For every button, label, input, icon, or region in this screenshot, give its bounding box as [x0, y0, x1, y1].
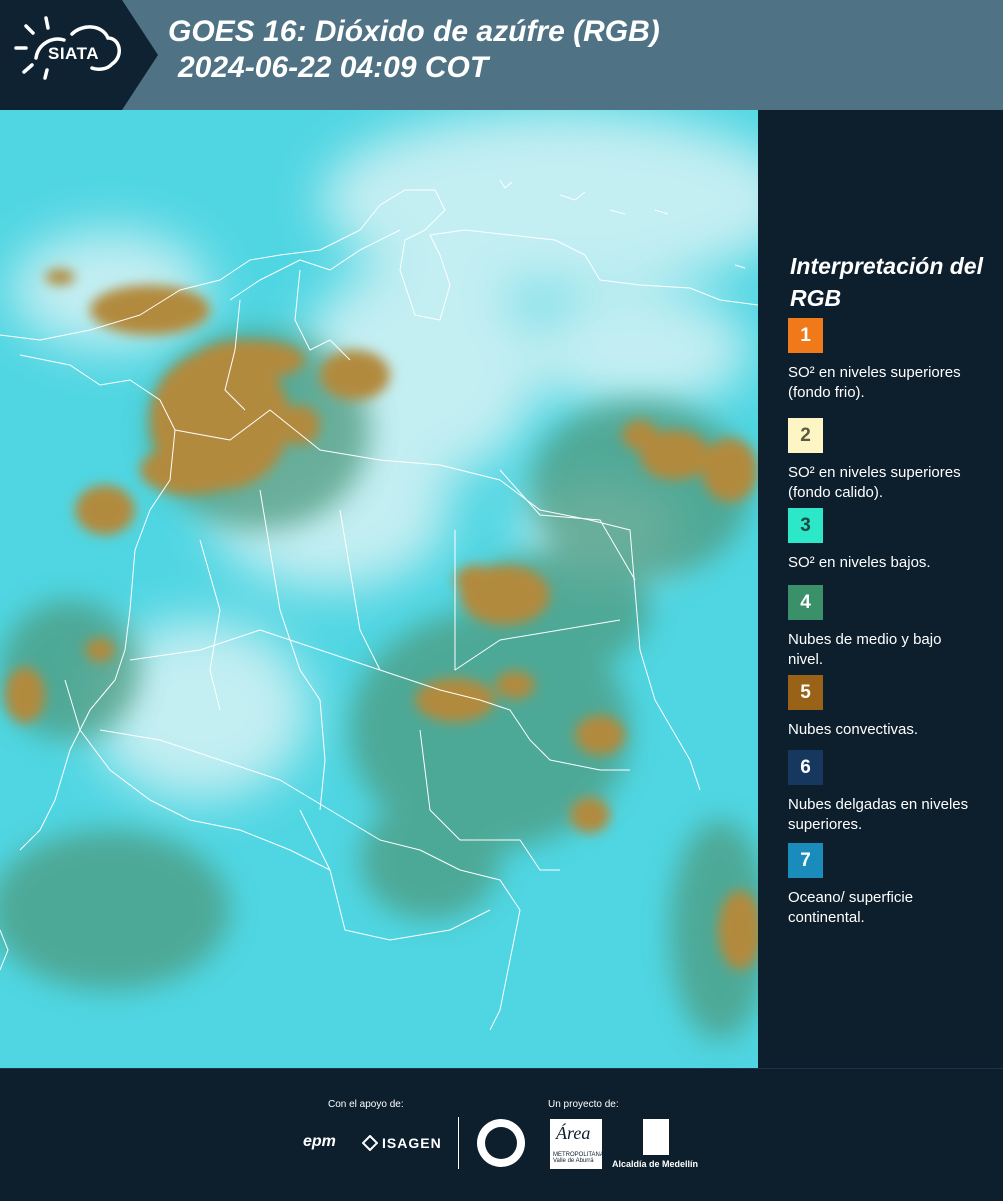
legend-swatch: 1 — [788, 318, 823, 353]
legend-title: Interpretación del RGB — [790, 253, 983, 311]
project-label: Un proyecto de: — [548, 1099, 619, 1110]
alcaldia-shield-icon[interactable] — [643, 1119, 669, 1155]
legend-item: 6 Nubes delgadas en niveles superiores. — [788, 750, 988, 835]
rgb-composite-image — [0, 110, 758, 1068]
epm-logo[interactable]: epm — [303, 1133, 336, 1151]
legend-swatch: 3 — [788, 508, 823, 543]
legend-label: SO² en niveles superiores (fondo frio). — [788, 364, 961, 401]
legend-panel: Interpretación del RGB 1 SO² en niveles s… — [760, 110, 1003, 1068]
legend-swatch: 5 — [788, 675, 823, 710]
alcaldia-logo-text: Alcaldía de Medellín — [612, 1159, 699, 1169]
footer-divider — [458, 1117, 459, 1169]
legend-label: Nubes de medio y bajo nivel. — [788, 631, 942, 668]
satellite-map[interactable] — [0, 110, 758, 1068]
footer: Con el apoyo de: Un proyecto de: epm ISA… — [0, 1068, 1003, 1201]
legend-item: 3 SO² en niveles bajos. — [788, 508, 988, 573]
siata-logo-text: SIATA — [48, 44, 99, 63]
isagen-mark-icon — [362, 1135, 378, 1151]
legend-item: 4 Nubes de medio y bajo nivel. — [788, 585, 988, 670]
legend-label: SO² en niveles bajos. — [788, 554, 931, 571]
legend-swatch: 2 — [788, 418, 823, 453]
area-logo-subtitle: METROPOLITANA Valle de Aburrá — [553, 1152, 604, 1164]
legend-label: SO² en niveles superiores (fondo calido)… — [788, 464, 961, 501]
title-product: GOES 16: Dióxido de azúfre (RGB) — [168, 15, 660, 48]
legend-item: 5 Nubes convectivas. — [788, 675, 988, 740]
legend-label: Oceano/ superficie continental. — [788, 889, 914, 926]
area-logo-title: Área — [556, 1123, 591, 1143]
isagen-logo-text: ISAGEN — [382, 1135, 442, 1151]
legend-swatch: 6 — [788, 750, 823, 785]
legend-item: 2 SO² en niveles superiores (fondo calido… — [788, 418, 988, 503]
title-timestamp: 2024-06-22 04:09 COT — [178, 51, 489, 84]
area-metropolitana-logo[interactable]: Área METROPOLITANA Valle de Aburrá — [550, 1119, 604, 1169]
legend-swatch: 4 — [788, 585, 823, 620]
medellin-seal-icon[interactable] — [477, 1119, 525, 1167]
header-bar: SIATA GOES 16: Dióxido de azúfre (RGB) 2… — [0, 0, 1003, 110]
legend-label: Nubes delgadas en niveles superiores. — [788, 796, 969, 833]
legend-label: Nubes convectivas. — [788, 721, 919, 738]
legend-item: 7 Oceano/ superficie continental. — [788, 843, 988, 928]
legend-item: 1 SO² en niveles superiores (fondo frio). — [788, 318, 988, 403]
siata-logo[interactable]: SIATA — [0, 0, 158, 110]
legend-swatch: 7 — [788, 843, 823, 878]
support-label: Con el apoyo de: — [328, 1099, 404, 1110]
page-title: GOES 16: Dióxido de azúfre (RGB) 2024-06… — [168, 14, 660, 86]
